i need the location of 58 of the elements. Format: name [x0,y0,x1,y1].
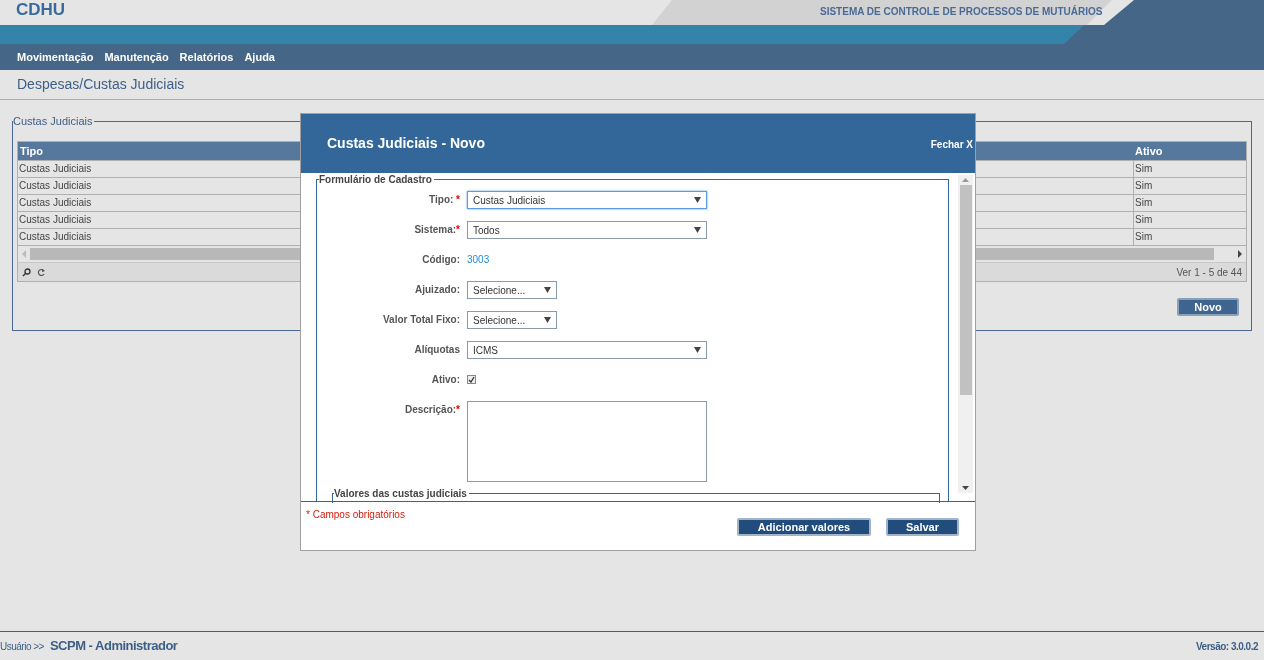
system-title: SISTEMA DE CONTROLE DE PROCESSOS DE MUTUÁRIOS [820,4,1103,19]
field-label: Alíquotas [414,344,460,355]
version-text: Versão: 3.0.0.2 [1196,639,1258,654]
field-label: Ativo: [431,374,460,385]
description-field[interactable] [467,401,707,482]
dropdown-arrow-icon [694,197,701,203]
values-legend: Valores das custas judiciais [334,488,469,499]
field-label: Código: [422,254,460,265]
menu-item[interactable]: Movimentação [17,48,94,66]
dropdown-arrow-icon [544,287,551,293]
panel-legend: Custas Judiciais [13,115,95,127]
menu-item[interactable]: Manutenção [104,48,169,66]
select-field[interactable]: Selecione... [467,281,557,299]
select-field[interactable]: Todos [467,221,707,239]
logo: CDHU [16,0,66,20]
code-value: 3003 [467,253,490,267]
field-label: Sistema:* [414,224,460,235]
field-label: Valor Total Fixo: [382,314,460,325]
table-cell: Sim [1133,212,1246,228]
pager-info: Ver 1 - 5 de 44 [1176,265,1242,280]
field-label: Ajuizado: [415,284,460,295]
table-cell: Custas Judiciais [19,180,92,191]
table-cell: Sim [1133,161,1246,177]
dropdown-arrow-icon [694,347,701,353]
add-values-button[interactable]: Adicionar valores [737,518,871,536]
dropdown-arrow-icon [544,317,551,323]
required-note: * Campos obrigatórios [306,508,405,522]
search-icon[interactable] [22,267,31,277]
column-header: Tipo [20,145,43,157]
select-field[interactable]: Custas Judiciais [467,191,707,209]
vertical-scrollbar[interactable] [958,175,973,493]
table-cell: Custas Judiciais [19,231,92,242]
right-arrow-icon[interactable] [1237,250,1243,258]
table-cell: Custas Judiciais [19,214,92,225]
column-header: Ativo [1134,144,1164,159]
user-label: Usuário >> [0,639,44,654]
scroll-down-arrow-icon[interactable] [962,483,969,493]
dialog-title: Custas Judiciais - Novo [327,134,485,153]
refresh-icon[interactable] [37,267,46,277]
table-cell: Custas Judiciais [19,197,92,208]
select-field[interactable]: Selecione... [467,311,557,329]
select-field[interactable]: ICMS [467,341,707,359]
table-cell: Custas Judiciais [19,163,92,174]
active-checkbox[interactable] [467,375,476,384]
page-title: Despesas/Custas Judiciais [17,75,185,94]
form-legend: Formulário de Cadastro [319,174,434,185]
user-name: SCPM - Administrador [49,637,178,656]
close-link[interactable]: Fechar X [930,137,973,152]
table-cell: Sim [1133,229,1246,245]
table-cell: Sim [1133,178,1246,194]
menu-item[interactable]: Ajuda [244,48,275,66]
new-button[interactable]: Novo [1177,298,1239,316]
save-button[interactable]: Salvar [886,518,959,536]
menu-item[interactable]: Relatórios [179,48,234,66]
field-label: Descrição:* [404,404,460,415]
table-cell: Sim [1133,195,1246,211]
field-label: Tipo: * [429,194,460,205]
dropdown-arrow-icon [694,227,701,233]
